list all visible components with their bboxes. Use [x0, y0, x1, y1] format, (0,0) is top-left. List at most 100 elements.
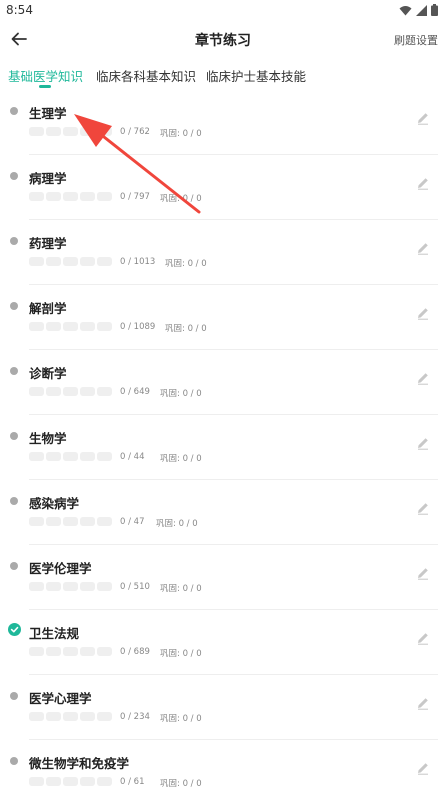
review-count: 巩固: 0 / 0 [160, 779, 202, 789]
progress-segment [80, 517, 95, 526]
status-dot [10, 562, 18, 570]
progress-segment [46, 777, 61, 786]
chapter-row[interactable]: 解剖学 0 / 1089 巩固: 0 / 0 [0, 285, 446, 350]
question-count: 0 / 689 [120, 647, 150, 657]
pencil-icon[interactable] [416, 761, 430, 775]
question-count: 0 / 510 [120, 582, 150, 592]
question-count: 0 / 1089 [120, 322, 156, 332]
pencil-icon[interactable] [416, 631, 430, 645]
chapter-row[interactable]: 微生物学和免疫学 0 / 61 巩固: 0 / 0 [0, 740, 446, 793]
progress-segment [46, 387, 61, 396]
pencil-icon[interactable] [416, 501, 430, 515]
progress-segment [46, 257, 61, 266]
chapter-row[interactable]: 医学心理学 0 / 234 巩固: 0 / 0 [0, 675, 446, 740]
progress-segment [80, 322, 95, 331]
progress-segment [63, 452, 78, 461]
progress-segment [63, 257, 78, 266]
status-dot [10, 237, 18, 245]
chapter-name: 医学伦理学 [29, 561, 92, 576]
status-dot [10, 172, 18, 180]
chapter-row[interactable]: 病理学 0 / 797 巩固: 0 / 0 [0, 155, 446, 220]
pencil-icon[interactable] [416, 176, 430, 190]
progress-segment [29, 517, 44, 526]
progress-segment [46, 647, 61, 656]
chapter-name: 生物学 [29, 431, 67, 446]
progress-segment [97, 127, 112, 136]
progress-bars [29, 322, 112, 331]
progress-segment [63, 777, 78, 786]
progress-segment [63, 127, 78, 136]
check-circle-icon [8, 623, 21, 636]
chapter-row[interactable]: 生物学 0 / 44 巩固: 0 / 0 [0, 415, 446, 480]
progress-segment [97, 387, 112, 396]
pencil-icon[interactable] [416, 566, 430, 580]
battery-icon [431, 4, 438, 16]
progress-segment [46, 582, 61, 591]
progress-segment [46, 192, 61, 201]
progress-segment [80, 777, 95, 786]
progress-segment [80, 192, 95, 201]
progress-bars [29, 452, 112, 461]
review-count: 巩固: 0 / 0 [160, 714, 202, 724]
tab-clinical-knowledge[interactable]: 临床各科基本知识 [96, 66, 196, 85]
practice-settings-link[interactable]: 刷题设置 [394, 32, 438, 48]
status-dot [10, 757, 18, 765]
wifi-icon [399, 5, 412, 15]
progress-segment [46, 712, 61, 721]
active-tab-indicator [39, 85, 51, 88]
pencil-icon[interactable] [416, 371, 430, 385]
progress-segment [63, 192, 78, 201]
review-count: 巩固: 0 / 0 [160, 129, 202, 139]
review-count: 巩固: 0 / 0 [165, 259, 207, 269]
progress-segment [29, 452, 44, 461]
pencil-icon[interactable] [416, 306, 430, 320]
progress-segment [97, 257, 112, 266]
chapter-row[interactable]: 药理学 0 / 1013 巩固: 0 / 0 [0, 220, 446, 285]
progress-bars [29, 582, 112, 591]
progress-segment [63, 582, 78, 591]
progress-segment [29, 127, 44, 136]
progress-segment [29, 647, 44, 656]
progress-segment [97, 322, 112, 331]
status-dot [10, 692, 18, 700]
progress-segment [97, 582, 112, 591]
pencil-icon[interactable] [416, 696, 430, 710]
progress-segment [46, 452, 61, 461]
chapter-row[interactable]: 生理学 0 / 762 巩固: 0 / 0 [0, 90, 446, 155]
progress-segment [63, 712, 78, 721]
status-icons [399, 4, 438, 16]
review-count: 巩固: 0 / 0 [160, 584, 202, 594]
progress-segment [80, 582, 95, 591]
pencil-icon[interactable] [416, 241, 430, 255]
status-dot [10, 497, 18, 505]
status-time: 8:54 [6, 3, 33, 17]
chapter-row[interactable]: 卫生法规 0 / 689 巩固: 0 / 0 [0, 610, 446, 675]
review-count: 巩固: 0 / 0 [156, 519, 198, 529]
progress-segment [46, 127, 61, 136]
progress-segment [80, 452, 95, 461]
status-bar: 8:54 [0, 0, 446, 22]
chapter-row[interactable]: 感染病学 0 / 47 巩固: 0 / 0 [0, 480, 446, 545]
pencil-icon[interactable] [416, 111, 430, 125]
progress-bars [29, 712, 112, 721]
status-dot [10, 432, 18, 440]
status-dot [10, 367, 18, 375]
progress-segment [46, 322, 61, 331]
progress-segment [80, 647, 95, 656]
tab-basic-medicine[interactable]: 基础医学知识 [8, 66, 83, 85]
progress-segment [80, 712, 95, 721]
chapter-name: 病理学 [29, 171, 67, 186]
tab-nursing-skills[interactable]: 临床护士基本技能 [206, 66, 306, 85]
progress-segment [63, 647, 78, 656]
progress-bars [29, 517, 112, 526]
question-count: 0 / 47 [120, 517, 145, 527]
pencil-icon[interactable] [416, 436, 430, 450]
progress-segment [97, 517, 112, 526]
chapter-name: 药理学 [29, 236, 67, 251]
chapter-row[interactable]: 诊断学 0 / 649 巩固: 0 / 0 [0, 350, 446, 415]
chapter-name: 微生物学和免疫学 [29, 756, 130, 771]
app-header: 章节练习 刷题设置 [0, 22, 446, 58]
chapter-name: 卫生法规 [29, 626, 80, 641]
progress-bars [29, 192, 112, 201]
chapter-row[interactable]: 医学伦理学 0 / 510 巩固: 0 / 0 [0, 545, 446, 610]
